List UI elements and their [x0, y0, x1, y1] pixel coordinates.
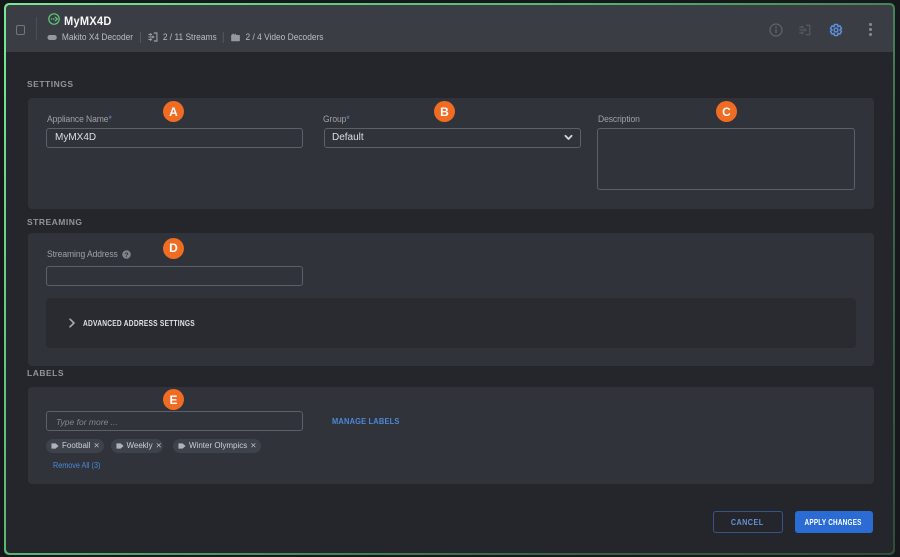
svg-text:?: ?	[124, 252, 128, 259]
